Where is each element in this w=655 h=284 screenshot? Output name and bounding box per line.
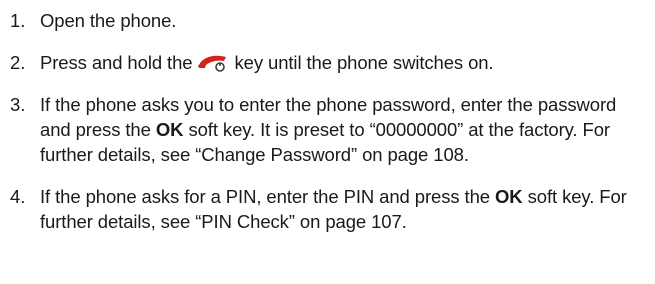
- step-text-after-icon: key until the phone switches on.: [234, 52, 494, 73]
- step-number: 3.: [10, 94, 26, 115]
- instruction-list: 1. Open the phone. 2. Press and hold the…: [10, 8, 650, 234]
- step-4: 4. If the phone asks for a PIN, enter th…: [10, 184, 650, 234]
- step-text-before-bold: If the phone asks for a PIN, enter the P…: [40, 186, 490, 207]
- step-text: If the phone asks for a PIN, enter the P…: [40, 184, 650, 234]
- step-text: Open the phone.: [40, 10, 177, 31]
- ok-softkey-label: OK: [495, 186, 523, 207]
- step-text: Press and hold the key until the phone s…: [40, 50, 650, 75]
- power-end-key-icon: [196, 52, 230, 72]
- step-number: 2.: [10, 52, 26, 73]
- step-number: 1.: [10, 10, 26, 31]
- step-1: 1. Open the phone.: [10, 8, 650, 33]
- step-number: 4.: [10, 186, 26, 207]
- ok-softkey-label: OK: [155, 119, 184, 140]
- step-text: If the phone asks you to enter the phone…: [40, 92, 650, 167]
- step-text-before-icon: Press and hold the: [40, 52, 193, 73]
- step-2: 2. Press and hold the key until the phon…: [10, 50, 650, 75]
- step-3: 3. If the phone asks you to enter the ph…: [10, 92, 650, 167]
